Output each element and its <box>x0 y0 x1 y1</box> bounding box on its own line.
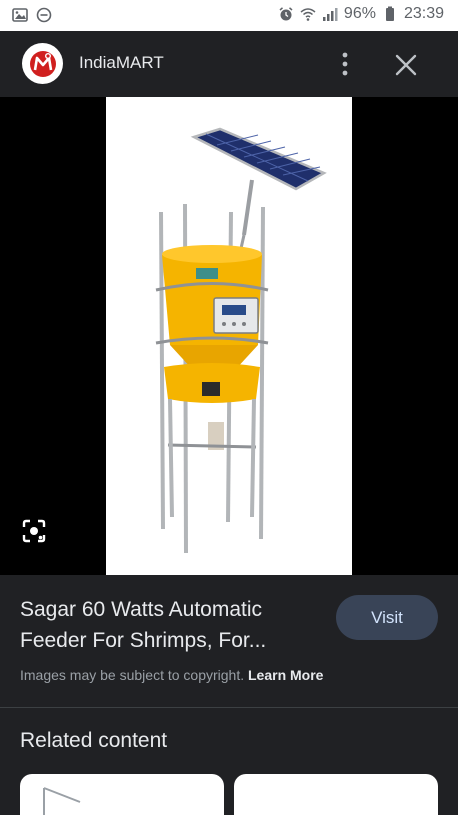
battery-percent: 96% <box>343 5 376 22</box>
learn-more-link[interactable]: Learn More <box>248 667 323 683</box>
related-card[interactable] <box>20 774 224 815</box>
feeder-hopper <box>162 245 262 450</box>
section-divider <box>0 707 458 708</box>
status-bar-right: 96% 23:39 <box>278 5 444 23</box>
visit-button[interactable]: Visit <box>336 595 438 640</box>
product-image[interactable] <box>106 97 352 575</box>
alarm-icon <box>279 7 293 21</box>
related-card[interactable] <box>234 774 438 815</box>
source-name[interactable]: IndiaMART <box>79 53 164 73</box>
related-thumbnail <box>43 787 81 815</box>
related-content-heading: Related content <box>20 729 168 752</box>
clock-time: 23:39 <box>403 5 444 22</box>
copyright-notice: Images may be subject to copyright. Lear… <box>20 667 323 683</box>
image-icon <box>12 8 28 22</box>
close-icon[interactable] <box>393 52 419 78</box>
do-not-disturb-icon <box>36 7 52 23</box>
viewer-header: IndiaMART <box>0 31 458 97</box>
indiamart-logo-icon <box>29 50 56 77</box>
more-options-icon[interactable] <box>333 50 357 78</box>
control-box <box>213 297 259 334</box>
status-bar-left <box>12 7 52 23</box>
wifi-icon <box>300 8 316 21</box>
source-logo[interactable] <box>22 43 63 84</box>
solar-panel <box>190 127 327 191</box>
status-bar: 96% 23:39 <box>0 0 458 31</box>
signal-icon <box>322 8 338 21</box>
battery-icon <box>385 6 394 21</box>
copyright-text: Images may be subject to copyright. <box>20 667 245 683</box>
image-viewer <box>0 97 458 575</box>
product-title[interactable]: Sagar 60 Watts Automatic Feeder For Shri… <box>20 594 320 656</box>
solar-feeder-image <box>155 127 327 554</box>
google-lens-icon[interactable] <box>22 519 46 543</box>
